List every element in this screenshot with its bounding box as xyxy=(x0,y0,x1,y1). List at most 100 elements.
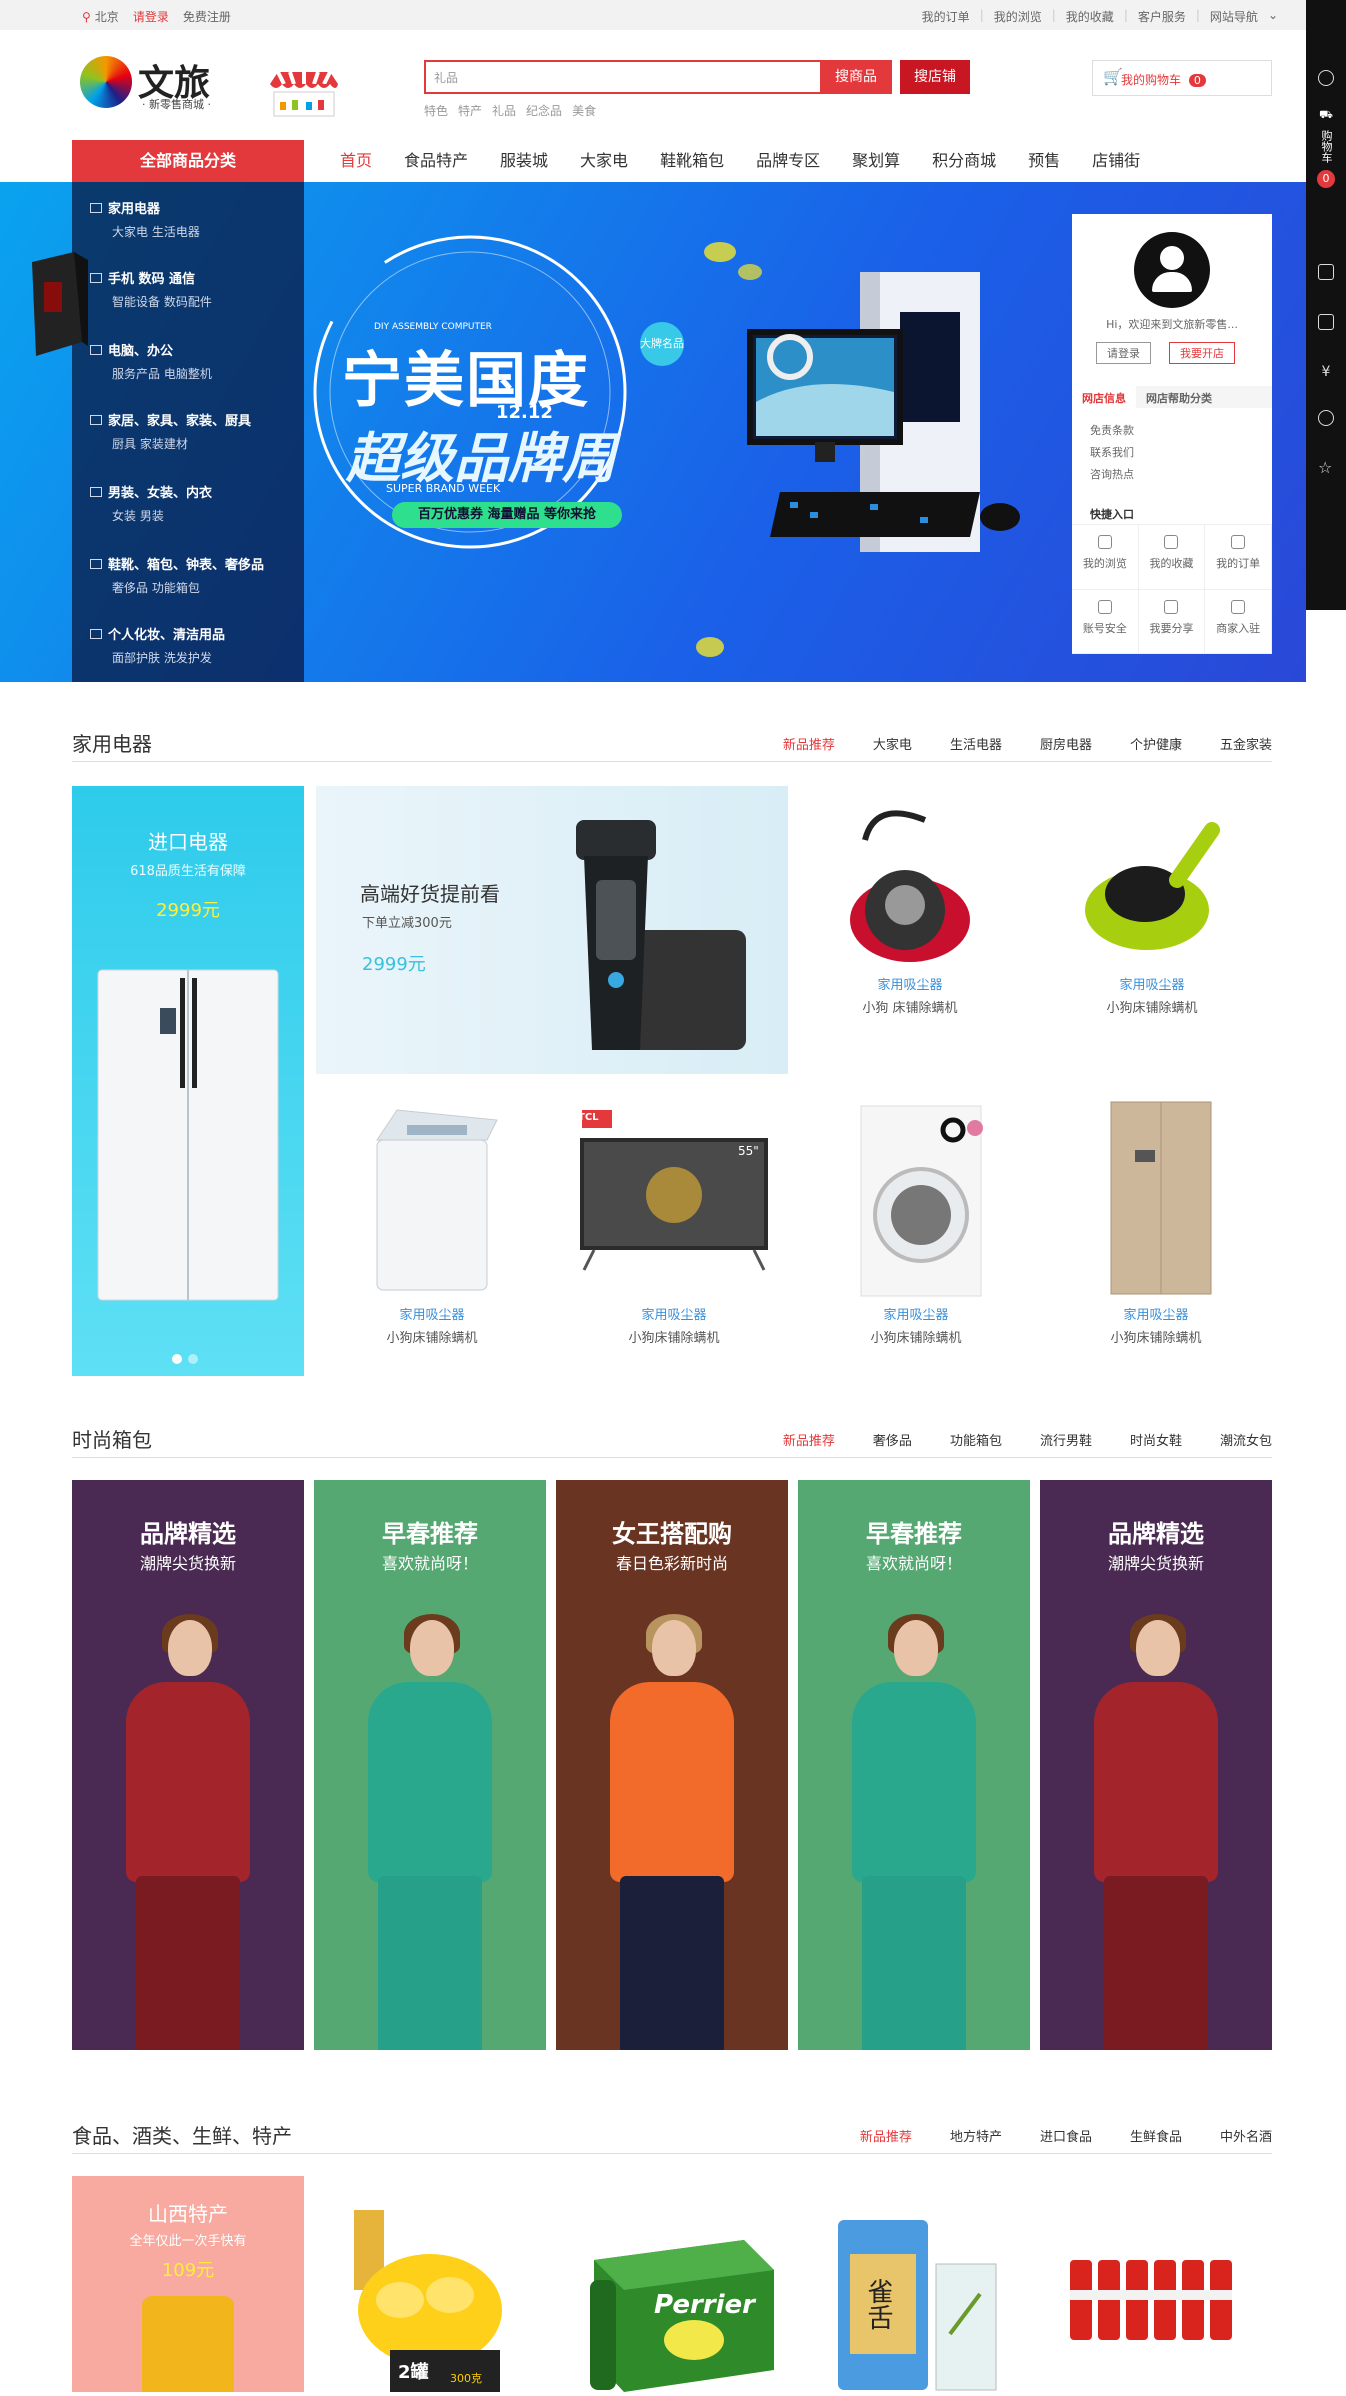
nav-item[interactable]: 品牌专区 xyxy=(756,140,820,182)
product-card[interactable]: 家用吸尘器 小狗 床铺除螨机 xyxy=(790,800,1030,1016)
my-history-link[interactable]: 我的浏览 xyxy=(994,8,1042,25)
category-item[interactable]: 鞋靴、箱包、钟表、奢侈品 奢侈品 功能箱包 xyxy=(90,554,264,596)
nav-item[interactable]: 食品特产 xyxy=(404,140,468,182)
my-favorites-link[interactable]: 我的收藏 xyxy=(1066,8,1114,25)
category-item[interactable]: 电脑、办公 服务产品 电脑整机 xyxy=(90,340,212,382)
food-product-peach[interactable]: 2罐 300克 xyxy=(340,2200,520,2392)
fashion-card[interactable]: 早春推荐 喜欢就尚呀！ xyxy=(798,1480,1030,2050)
feature-card-shaver[interactable]: 高端好货提前看 下单立减300元 2999元 xyxy=(316,786,788,1074)
star-icon[interactable]: ☆ xyxy=(1318,458,1334,477)
nav-item[interactable]: 店铺街 xyxy=(1092,140,1140,182)
product-card[interactable]: 家用吸尘器 小狗床铺除螨机 xyxy=(1040,1100,1272,1346)
section-tab[interactable]: 奢侈品 xyxy=(873,1430,912,1449)
product-card[interactable]: 家用吸尘器 小狗床铺除螨机 xyxy=(1032,800,1272,1016)
quick-favorites[interactable]: 我的收藏 xyxy=(1138,525,1206,590)
hotword[interactable]: 纪念品 xyxy=(526,102,562,119)
carousel-dot[interactable] xyxy=(188,1354,198,1364)
section-tab[interactable]: 流行男鞋 xyxy=(1040,1430,1092,1449)
section-tab[interactable]: 时尚女鞋 xyxy=(1130,1430,1182,1449)
category-item[interactable]: 个人化妆、清洁用品 面部护肤 洗发护发 xyxy=(90,624,225,666)
hotword[interactable]: 礼品 xyxy=(492,102,516,119)
panel-link[interactable]: 咨询热点 xyxy=(1090,464,1134,486)
banner-promo-pill[interactable]: 百万优惠券 海量赠品 等你来抢 xyxy=(392,502,622,528)
hero-banner[interactable]: 家用电器 大家电 生活电器 手机 数码 通信 智能设备 数码配件 电脑、办公 服务产品… xyxy=(0,182,1306,682)
category-item[interactable]: 男装、女装、内衣 女装 男装 xyxy=(90,482,212,524)
location-text[interactable]: 北京 xyxy=(95,8,119,25)
eye-icon[interactable] xyxy=(1318,410,1334,426)
quick-share[interactable]: 我要分享 xyxy=(1138,589,1206,654)
quick-security[interactable]: 账号安全 xyxy=(1072,589,1139,654)
search-input[interactable]: 礼品 xyxy=(424,60,822,94)
promo-card-appliances[interactable]: 进口电器 618品质生活有保障 2999元 xyxy=(72,786,304,1376)
section-tab[interactable]: 潮流女包 xyxy=(1220,1430,1272,1449)
category-item[interactable]: 手机 数码 通信 智能设备 数码配件 xyxy=(90,268,212,310)
my-orders-link[interactable]: 我的订单 xyxy=(922,8,970,25)
user-icon[interactable] xyxy=(1318,70,1334,86)
quick-history[interactable]: 我的浏览 xyxy=(1072,525,1139,590)
open-shop-button[interactable]: 我要开店 xyxy=(1169,342,1235,364)
section-tab[interactable]: 功能箱包 xyxy=(950,1430,1002,1449)
nav-item[interactable]: 积分商城 xyxy=(932,140,996,182)
yen-icon[interactable]: ¥ xyxy=(1318,364,1334,380)
section-tab[interactable]: 新品推荐 xyxy=(783,1430,835,1449)
section-tab[interactable]: 生鲜食品 xyxy=(1130,2126,1182,2145)
panel-link[interactable]: 免责条款 xyxy=(1090,420,1134,442)
nav-item[interactable]: 预售 xyxy=(1028,140,1060,182)
section-tab[interactable]: 五金家装 xyxy=(1220,734,1272,753)
tab-shop-info[interactable]: 网店信息 xyxy=(1072,386,1136,408)
section-tab[interactable]: 大家电 xyxy=(873,734,912,753)
login-link[interactable]: 请登录 xyxy=(133,8,169,25)
hotword[interactable]: 特产 xyxy=(458,102,482,119)
hotword[interactable]: 特色 xyxy=(424,102,448,119)
search-products-button[interactable]: 搜商品 xyxy=(820,60,892,94)
category-item[interactable]: 家居、家具、家装、厨具 厨具 家装建材 xyxy=(90,410,251,452)
cart-button[interactable]: 🛒 我的购物车 0 xyxy=(1092,60,1272,96)
fashion-card[interactable]: 女王搭配购 春日色彩新时尚 xyxy=(556,1480,788,2050)
food-product-tea[interactable]: 雀舌 xyxy=(830,2214,1010,2392)
avatar[interactable] xyxy=(1134,232,1210,308)
section-tab[interactable]: 厨房电器 xyxy=(1040,734,1092,753)
nav-item[interactable]: 服装城 xyxy=(500,140,548,182)
orders-icon[interactable] xyxy=(1318,264,1334,280)
carousel-dot-active[interactable] xyxy=(172,1354,182,1364)
section-title: 家用电器 xyxy=(72,732,152,756)
food-product-cans[interactable] xyxy=(1064,2240,1254,2392)
sidebar-cart[interactable]: ⛟ 购物车 0 xyxy=(1306,108,1346,188)
nav-item-home[interactable]: 首页 xyxy=(340,140,372,182)
site-nav-link[interactable]: 网站导航 xyxy=(1210,8,1258,25)
hotword[interactable]: 美食 xyxy=(572,102,596,119)
quick-orders[interactable]: 我的订单 xyxy=(1205,525,1272,590)
card-icon[interactable] xyxy=(1318,314,1334,330)
section-tab[interactable]: 进口食品 xyxy=(1040,2126,1092,2145)
nav-item[interactable]: 大家电 xyxy=(580,140,628,182)
quick-merchant[interactable]: 商家入驻 xyxy=(1205,589,1272,654)
site-logo[interactable]: 文旅 · 新零售商城 · xyxy=(80,52,220,112)
customer-service-link[interactable]: 客户服务 xyxy=(1138,8,1186,25)
promo-card-food[interactable]: 山西特产 全年仅此一次手快有 109元 xyxy=(72,2176,304,2392)
section-tab[interactable]: 生活电器 xyxy=(950,734,1002,753)
panel-link[interactable]: 联系我们 xyxy=(1090,442,1134,464)
fashion-card[interactable]: 品牌精选 潮牌尖货换新 xyxy=(72,1480,304,2050)
category-item[interactable]: 家用电器 大家电 生活电器 xyxy=(90,198,200,240)
cart-icon: ⛟ xyxy=(1319,108,1333,121)
lock-icon xyxy=(1097,599,1112,614)
section-tab[interactable]: 中外名酒 xyxy=(1220,2126,1272,2145)
section-tab[interactable]: 地方特产 xyxy=(950,2126,1002,2145)
panel-login-button[interactable]: 请登录 xyxy=(1096,342,1151,364)
section-tab[interactable]: 新品推荐 xyxy=(860,2126,912,2145)
product-card[interactable]: 家用吸尘器 小狗床铺除螨机 xyxy=(316,1100,548,1346)
product-card[interactable]: TCL 55" 家用吸尘器 小狗床铺除螨机 xyxy=(558,1100,790,1346)
fashion-card[interactable]: 早春推荐 喜欢就尚呀！ xyxy=(314,1480,546,2050)
nav-item[interactable]: 聚划算 xyxy=(852,140,900,182)
section-tab[interactable]: 个护健康 xyxy=(1130,734,1182,753)
product-card[interactable]: 家用吸尘器 小狗床铺除螨机 xyxy=(800,1100,1032,1346)
tab-help-categories[interactable]: 网店帮助分类 xyxy=(1136,386,1222,408)
all-categories-button[interactable]: 全部商品分类 xyxy=(72,140,304,182)
peach-can-image xyxy=(354,2210,502,2392)
section-tab[interactable]: 新品推荐 xyxy=(783,734,835,753)
search-shops-button[interactable]: 搜店铺 xyxy=(900,60,970,94)
fashion-card[interactable]: 品牌精选 潮牌尖货换新 xyxy=(1040,1480,1272,2050)
nav-item[interactable]: 鞋靴箱包 xyxy=(660,140,724,182)
food-product-perrier[interactable]: Perrier xyxy=(584,2220,784,2392)
register-link[interactable]: 免费注册 xyxy=(183,8,231,25)
